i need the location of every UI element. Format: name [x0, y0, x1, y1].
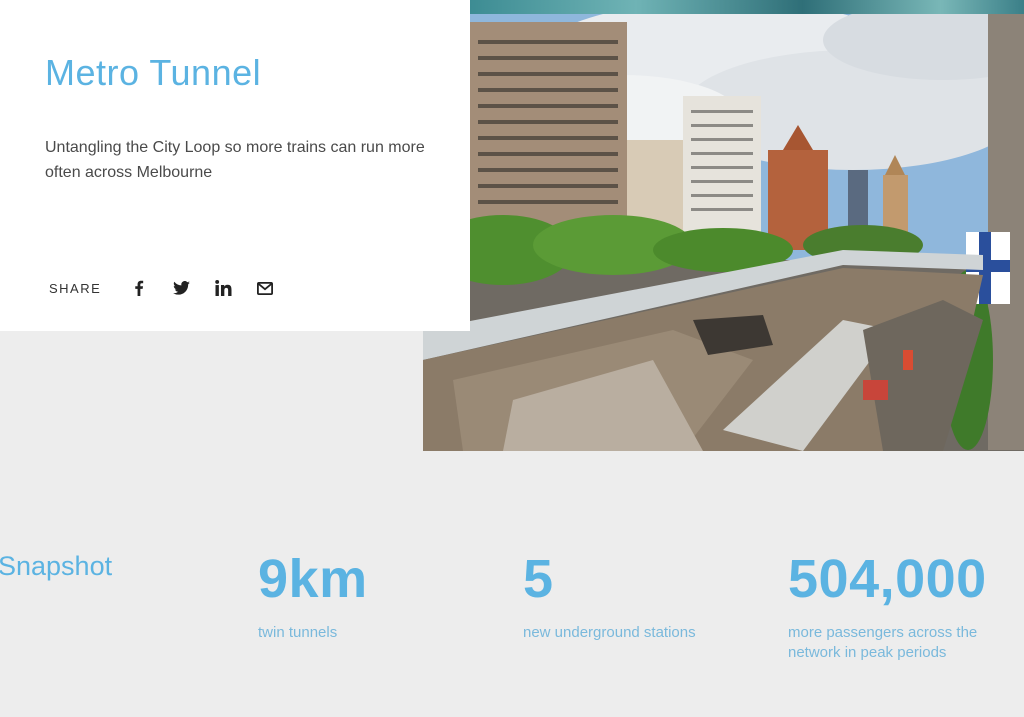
- hero-photo-top-strip: [470, 0, 1024, 14]
- stat-label: new underground stations: [523, 624, 696, 641]
- intro-text: Untangling the City Loop so more trains …: [45, 139, 425, 181]
- share-bar: SHARE: [49, 276, 295, 300]
- page-title: Metro Tunnel: [45, 52, 262, 93]
- email-icon[interactable]: [253, 276, 277, 300]
- stat-value: 504,000: [788, 549, 987, 609]
- stat-value: 5: [523, 549, 554, 609]
- twitter-icon[interactable]: [169, 276, 193, 300]
- facebook-icon[interactable]: [127, 276, 151, 300]
- share-label: SHARE: [49, 280, 102, 296]
- intro-card: Metro Tunnel Untangling the City Loop so…: [0, 0, 470, 331]
- stat-label: more passengers across the network in pe…: [788, 624, 978, 661]
- stat-passengers: 504,000 more passengers across the netwo…: [788, 545, 1008, 663]
- stat-stations: 5 new underground stations: [523, 545, 696, 643]
- linkedin-icon[interactable]: [211, 276, 235, 300]
- hero-photo: [423, 0, 1024, 451]
- stat-value: 9km: [258, 549, 368, 609]
- stat-label: twin tunnels: [258, 624, 338, 641]
- stat-tunnels: 9km twin tunnels: [258, 545, 368, 643]
- snapshot-title: Snapshot: [0, 551, 113, 581]
